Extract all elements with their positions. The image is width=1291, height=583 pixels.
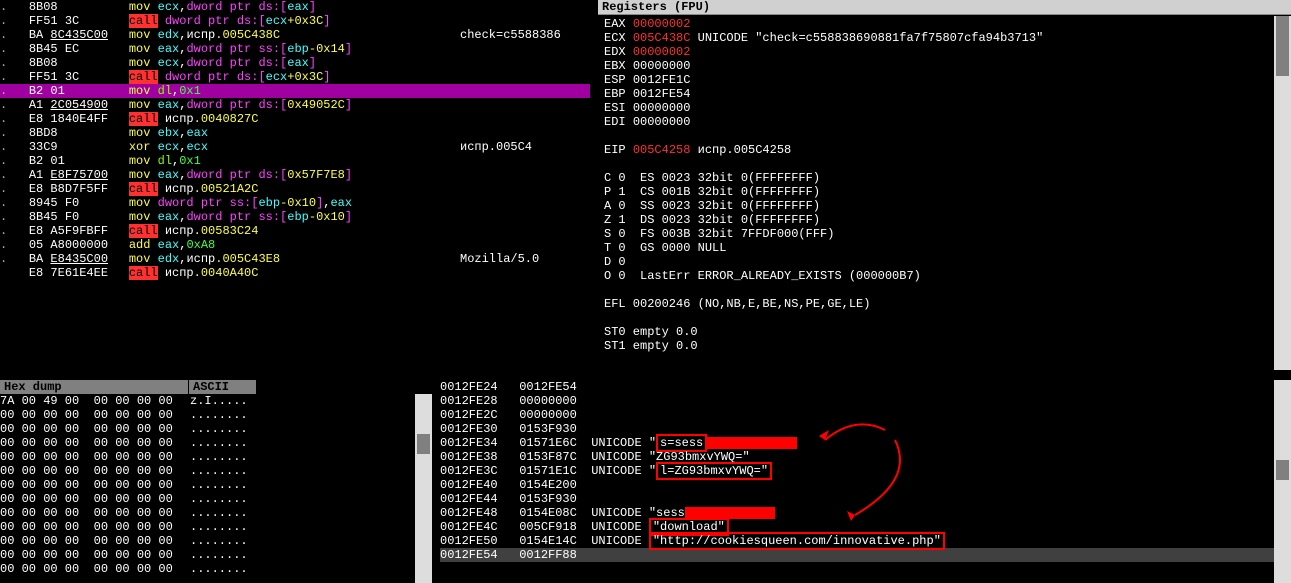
disasm-row[interactable]: . FF51 3Ccall dword ptr ds:[ecx+0x3C] <box>0 70 590 84</box>
hex-row[interactable]: 00 00 00 00 00 00 00 00 ........ <box>0 562 432 576</box>
disasm-row[interactable]: . 8BD8mov ebx,eax <box>0 126 590 140</box>
hex-row[interactable]: 00 00 00 00 00 00 00 00 ........ <box>0 450 432 464</box>
efl-row: EFL 00200246 (NO,NB,E,BE,NS,PE,GE,LE) <box>604 297 1285 311</box>
register-row: EBX 00000000 <box>604 59 1285 73</box>
stack-row[interactable]: 0012FE48 0154E08C UNICODE "sess <box>440 506 1291 520</box>
hex-row[interactable]: 00 00 00 00 00 00 00 00 ........ <box>0 506 432 520</box>
hex-row[interactable]: 7A 00 49 00 00 00 00 00 z.I..... <box>0 394 432 408</box>
redacted-value <box>707 437 797 449</box>
hex-row[interactable]: 00 00 00 00 00 00 00 00 ........ <box>0 464 432 478</box>
registers-pane[interactable]: Registers (FPU) EAX 00000002ECX 005C438C… <box>598 0 1291 370</box>
hex-row[interactable]: 00 00 00 00 00 00 00 00 ........ <box>0 422 432 436</box>
hex-row[interactable]: 00 00 00 00 00 00 00 00 ........ <box>0 436 432 450</box>
disasm-row[interactable]: E8 7E61E4EEcall испр.0040A40C <box>0 266 590 280</box>
disasm-row[interactable]: . 8B45 ECmov eax,dword ptr ss:[ebp-0x14] <box>0 42 590 56</box>
hex-row[interactable]: 00 00 00 00 00 00 00 00 ........ <box>0 548 432 562</box>
disassembly-pane[interactable]: . 8B08mov ecx,dword ptr ds:[eax]. FF51 3… <box>0 0 590 310</box>
disasm-row[interactable]: . FF51 3Ccall dword ptr ds:[ecx+0x3C] <box>0 14 590 28</box>
stack-row[interactable]: 0012FE40 0154E200 <box>440 478 1291 492</box>
stack-row[interactable]: 0012FE24 0012FE54 <box>440 380 1291 394</box>
stack-row[interactable]: 0012FE50 0154E14C UNICODE "http://cookie… <box>440 534 1291 548</box>
disasm-row[interactable]: . E8 A5F9FBFFcall испр.00583C24 <box>0 224 590 238</box>
hex-row[interactable]: 00 00 00 00 00 00 00 00 ........ <box>0 534 432 548</box>
stack-row[interactable]: 0012FE30 0153F930 <box>440 422 1291 436</box>
flag-row: Z 1 DS 0023 32bit 0(FFFFFFFF) <box>604 213 1285 227</box>
disasm-row[interactable]: . 33C9xor ecx,ecxиспр.005C4 <box>0 140 590 154</box>
disasm-row[interactable]: . B2 01mov dl,0x1 <box>0 84 590 98</box>
hex-row[interactable]: 00 00 00 00 00 00 00 00 ........ <box>0 478 432 492</box>
register-row: EBP 0012FE54 <box>604 87 1285 101</box>
eip-row: EIP 005C4258 испр.005C4258 <box>604 143 1285 157</box>
disasm-row[interactable]: . 8945 F0mov dword ptr ss:[ebp-0x10],eax <box>0 196 590 210</box>
disasm-row[interactable]: . E8 B8D7F5FFcall испр.00521A2C <box>0 182 590 196</box>
stack-row[interactable]: 0012FE38 0153F87C UNICODE "ZG93bmxvYWQ=" <box>440 450 1291 464</box>
stack-row[interactable]: 0012FE3C 01571E1C UNICODE "l=ZG93bmxvYWQ… <box>440 464 1291 478</box>
flag-row: O 0 LastErr ERROR_ALREADY_EXISTS (000000… <box>604 269 1285 283</box>
hexdump-header: Hex dump <box>0 380 188 394</box>
register-row: ESI 00000000 <box>604 101 1285 115</box>
stack-row[interactable]: 0012FE2C 00000000 <box>440 408 1291 422</box>
hex-scrollbar[interactable] <box>415 394 432 583</box>
register-row: EDX 00000002 <box>604 45 1285 59</box>
flag-row: T 0 GS 0000 NULL <box>604 241 1285 255</box>
register-row: EAX 00000002 <box>604 17 1285 31</box>
flag-row: D 0 <box>604 255 1285 269</box>
flag-row: A 0 SS 0023 32bit 0(FFFFFFFF) <box>604 199 1285 213</box>
register-row: ESP 0012FE1C <box>604 73 1285 87</box>
hexdump-pane[interactable]: Hex dumpASCII 7A 00 49 00 00 00 00 00 z.… <box>0 380 432 583</box>
disasm-row[interactable]: . BA E8435C00mov edx,испр.005C43E8Mozill… <box>0 252 590 266</box>
flag-row: S 0 FS 003B 32bit 7FFDF000(FFF) <box>604 227 1285 241</box>
hex-row[interactable]: 00 00 00 00 00 00 00 00 ........ <box>0 492 432 506</box>
hex-row[interactable]: 00 00 00 00 00 00 00 00 ........ <box>0 408 432 422</box>
register-row: EDI 00000000 <box>604 115 1285 129</box>
disasm-row[interactable]: . 8B45 F0mov eax,dword ptr ss:[ebp-0x10] <box>0 210 590 224</box>
stack-scrollbar[interactable] <box>1274 380 1291 583</box>
stack-row[interactable]: 0012FE54 0012FF88 <box>440 548 1291 562</box>
hex-row[interactable]: 00 00 00 00 00 00 00 00 ........ <box>0 520 432 534</box>
disasm-row[interactable]: . 8B08mov ecx,dword ptr ds:[eax] <box>0 56 590 70</box>
flag-row: P 1 CS 001B 32bit 0(FFFFFFFF) <box>604 185 1285 199</box>
disasm-row[interactable]: . A1 E8F75700mov eax,dword ptr ds:[0x57F… <box>0 168 590 182</box>
flag-row: C 0 ES 0023 32bit 0(FFFFFFFF) <box>604 171 1285 185</box>
stack-row[interactable]: 0012FE34 01571E6C UNICODE "s=sess <box>440 436 1291 450</box>
stack-row[interactable]: 0012FE44 0153F930 <box>440 492 1291 506</box>
disasm-row[interactable]: . E8 1840E4FFcall испр.0040827C <box>0 112 590 126</box>
disasm-row[interactable]: . 05 A8000000add eax,0xA8 <box>0 238 590 252</box>
registers-scrollbar[interactable] <box>1274 16 1291 370</box>
disasm-row[interactable]: . A1 2C054900mov eax,dword ptr ds:[0x490… <box>0 98 590 112</box>
fpu-row: ST1 empty 0.0 <box>604 339 1285 353</box>
stack-row[interactable]: 0012FE28 00000000 <box>440 394 1291 408</box>
registers-title: Registers (FPU) <box>598 0 1291 15</box>
ascii-header: ASCII <box>188 380 256 394</box>
stack-pane[interactable]: 0012FE24 0012FE540012FE28 000000000012FE… <box>440 380 1291 583</box>
register-row: ECX 005C438C UNICODE "check=c55883869088… <box>604 31 1285 45</box>
disasm-row[interactable]: . 8B08mov ecx,dword ptr ds:[eax] <box>0 0 590 14</box>
disasm-row[interactable]: . B2 01mov dl,0x1 <box>0 154 590 168</box>
disasm-row[interactable]: . BA 8C435C00mov edx,испр.005C438Ccheck=… <box>0 28 590 42</box>
fpu-row: ST0 empty 0.0 <box>604 325 1285 339</box>
